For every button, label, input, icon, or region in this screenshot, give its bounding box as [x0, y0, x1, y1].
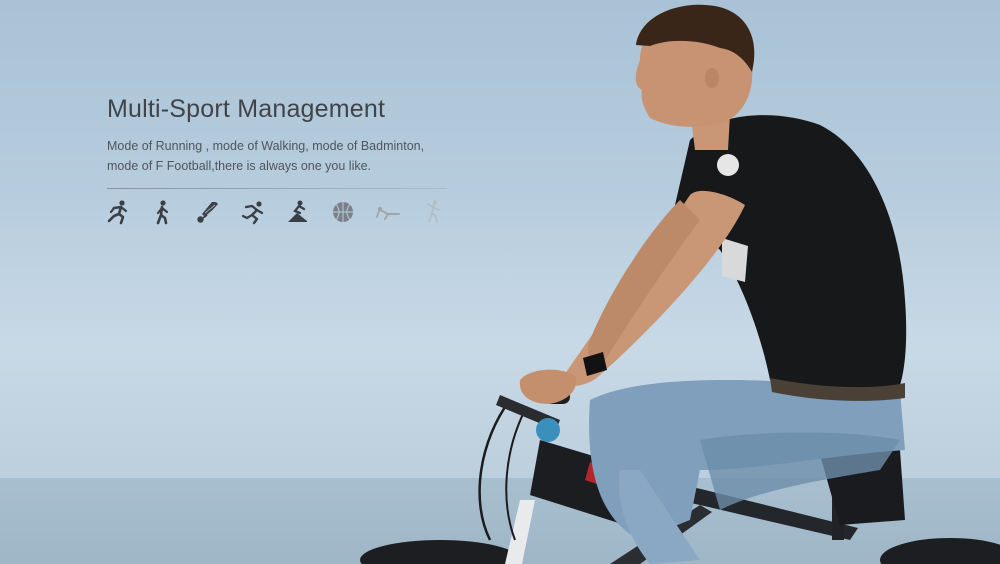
running-icon: [104, 198, 132, 226]
feature-description: Mode of Running , mode of Walking, mode …: [107, 136, 467, 176]
description-line: Mode of Running , mode of Walking, mode …: [107, 139, 425, 153]
fitness-icon: [419, 198, 447, 226]
feature-text-block: Multi-Sport Management Mode of Running ,…: [107, 92, 467, 176]
badminton-shuttlecock-icon: [194, 198, 222, 226]
yoga-stretch-icon: [374, 198, 402, 226]
feature-headline: Multi-Sport Management: [107, 95, 386, 123]
sprinting-icon: [239, 198, 267, 226]
basketball-icon: [329, 198, 357, 226]
divider: [107, 188, 447, 189]
sport-icon-row: [104, 198, 464, 226]
description-line: mode of F Football,there is always one y…: [107, 159, 372, 173]
climbing-icon: [284, 198, 312, 226]
hero-background: Multi-Sport Management Mode of Running ,…: [0, 0, 1000, 564]
cyclist-photo: [360, 4, 1000, 564]
walking-icon: [149, 198, 177, 226]
